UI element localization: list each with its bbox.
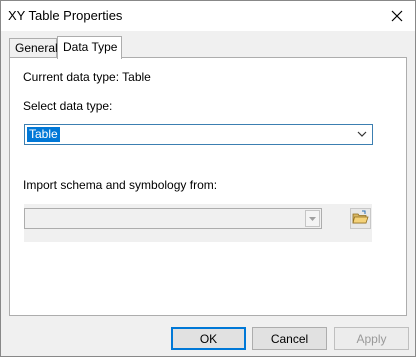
- tab-data-type-label: Data Type: [63, 40, 118, 54]
- triangle-down-icon: [309, 217, 316, 221]
- data-type-panel: Current data type: Table Select data typ…: [9, 57, 407, 316]
- folder-open-icon: [350, 208, 371, 229]
- current-data-type-text: Current data type: Table: [23, 70, 151, 84]
- chevron-down-icon: [357, 131, 367, 137]
- data-type-selected-value: Table: [27, 127, 60, 142]
- window-title: XY Table Properties: [8, 8, 123, 23]
- close-icon: [391, 10, 403, 22]
- title-bar: XY Table Properties: [1, 1, 415, 31]
- close-button[interactable]: [387, 6, 407, 26]
- import-schema-combo[interactable]: [24, 208, 322, 229]
- tab-general[interactable]: General: [9, 38, 58, 58]
- ok-button[interactable]: OK: [171, 327, 246, 350]
- tab-data-type[interactable]: Data Type: [57, 36, 122, 59]
- select-data-type-label: Select data type:: [23, 99, 113, 113]
- dialog-window: XY Table Properties General Data Type Cu…: [0, 0, 416, 357]
- tab-general-label: General: [15, 41, 58, 55]
- import-combo-arrow-button[interactable]: [305, 210, 320, 227]
- cancel-button[interactable]: Cancel: [252, 327, 327, 350]
- browse-button[interactable]: [350, 208, 371, 229]
- import-schema-label: Import schema and symbology from:: [23, 178, 218, 192]
- data-type-select[interactable]: Table: [24, 124, 373, 145]
- apply-button[interactable]: Apply: [334, 327, 409, 350]
